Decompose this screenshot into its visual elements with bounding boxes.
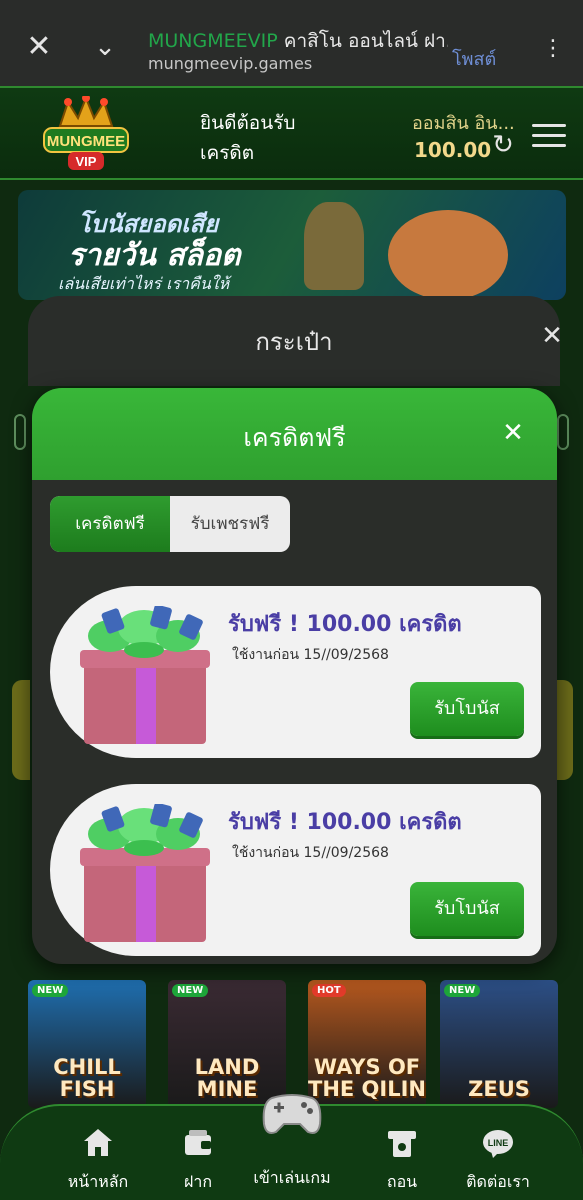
close-icon[interactable]: ✕ — [498, 418, 528, 448]
balance-value: 100.00 — [414, 138, 492, 162]
welcome-label: ยินดีต้อนรับ — [200, 112, 296, 134]
trophy-image — [304, 202, 364, 290]
tab-free-diamond[interactable]: รับเพชรฟรี — [170, 496, 290, 552]
gift-box-icon — [80, 804, 210, 942]
wallet-close-icon[interactable]: ✕ — [538, 322, 566, 350]
nav-label: หน้าหลัก — [67, 1172, 129, 1191]
side-panel-right — [555, 680, 573, 780]
refresh-icon[interactable]: ↻ — [488, 130, 518, 160]
offer-title: รับฟรี ! 100.00 เครดิต — [228, 612, 462, 637]
game-tag: NEW — [172, 984, 209, 997]
game-tag: NEW — [444, 984, 481, 997]
hamburger-menu-icon[interactable] — [532, 124, 566, 152]
side-pill-right — [557, 414, 569, 450]
svg-text:MUNGMEE: MUNGMEE — [47, 133, 125, 150]
site-logo[interactable]: MUNGMEE VIP — [38, 94, 134, 174]
promo-card: รับฟรี ! 100.00 เครดิต ใช้งานก่อน 15//09… — [50, 784, 541, 956]
logo-crown-icon: MUNGMEE VIP — [43, 94, 129, 170]
offer-title: รับฟรี ! 100.00 เครดิต — [228, 810, 462, 835]
free-credit-modal-title: เครดิตฟรี — [243, 423, 346, 452]
svg-text:LINE: LINE — [488, 1138, 509, 1148]
game-name: WAYS OF THE QILIN — [308, 1055, 426, 1101]
side-panel-left — [12, 680, 30, 780]
nav-label: ถอน — [386, 1172, 418, 1191]
browser-page-title: MUNGMEEVIP คาสิโน ออนไลน์ ฝา... — [148, 26, 448, 54]
nav-home[interactable]: หน้าหลัก — [48, 1126, 148, 1195]
nav-label: ติดต่อเรา — [466, 1172, 530, 1191]
claim-bonus-button[interactable]: รับโบนัส — [410, 882, 524, 936]
svg-text:VIP: VIP — [76, 154, 97, 169]
promo-banner[interactable]: โบนัสยอดเสีย รายวัน สล็อต เล่นเสียเท่าไห… — [18, 190, 566, 300]
game-tag: NEW — [32, 984, 69, 997]
claim-bonus-button[interactable]: รับโบนัส — [410, 682, 524, 736]
credit-label: เครดิต — [200, 142, 255, 164]
nav-contact[interactable]: LINE ติดต่อเรา — [448, 1126, 548, 1195]
nav-label: ฝาก — [183, 1172, 213, 1191]
banner-line3: เล่นเสียเท่าไหร่ เราคืนให้ — [58, 274, 230, 293]
post-button[interactable]: โพสต์ — [452, 44, 496, 73]
site-header: MUNGMEE VIP ยินดีต้อนรับ เครดิต ออมสิน อ… — [0, 86, 583, 180]
gift-box-icon — [80, 606, 210, 744]
offer-expiry: ใช้งานก่อน 15//09/2568 — [232, 647, 389, 663]
side-pill-left — [14, 414, 26, 450]
close-icon[interactable]: ✕ — [22, 30, 56, 64]
title-rest: คาสิโน ออนไลน์ ฝา... — [277, 30, 448, 52]
offer-expiry: ใช้งานก่อน 15//09/2568 — [232, 845, 389, 861]
game-name: CHILL FISH — [53, 1055, 121, 1101]
free-credit-modal: เครดิตฟรี ✕ เครดิตฟรี รับเพชรฟรี รับฟรี … — [32, 388, 557, 964]
browser-bar: ✕ ⌄ MUNGMEEVIP คาสิโน ออนไลน์ ฝา... mung… — [0, 0, 583, 86]
chevron-down-icon[interactable]: ⌄ — [88, 30, 122, 64]
mascot-image — [388, 210, 508, 300]
game-card[interactable]: HOT WAYS OF THE QILIN — [308, 980, 426, 1108]
game-card[interactable]: NEW ZEUS — [440, 980, 558, 1108]
game-tag: HOT — [312, 984, 346, 997]
more-options-icon[interactable]: ⋮ — [542, 34, 564, 64]
credit-tabs: เครดิตฟรี รับเพชรฟรี — [50, 496, 290, 552]
home-icon — [84, 1129, 112, 1156]
game-card[interactable]: NEW LAND MINE — [168, 980, 286, 1108]
wallet-icon — [185, 1130, 211, 1155]
title-brand: MUNGMEEVIP — [148, 30, 278, 52]
promo-card: รับฟรี ! 100.00 เครดิต ใช้งานก่อน 15//09… — [50, 586, 541, 758]
gamepad-icon[interactable] — [262, 1090, 322, 1140]
tab-free-credit[interactable]: เครดิตฟรี — [50, 496, 170, 552]
browser-url: mungmeevip.games — [148, 54, 313, 73]
free-credit-modal-header: เครดิตฟรี ✕ — [32, 388, 557, 480]
game-name: ZEUS — [468, 1077, 530, 1101]
nav-withdraw[interactable]: ถอน — [352, 1126, 452, 1195]
nav-deposit[interactable]: ฝาก — [148, 1126, 248, 1195]
withdraw-icon — [388, 1131, 416, 1157]
game-card[interactable]: NEW CHILL FISH — [28, 980, 146, 1108]
line-icon: LINE — [483, 1130, 513, 1158]
nav-label: เข้าเล่นเกม — [253, 1168, 331, 1187]
wallet-modal-title: กระเป๋า — [255, 328, 333, 356]
wallet-modal: กระเป๋า ✕ — [28, 296, 563, 386]
